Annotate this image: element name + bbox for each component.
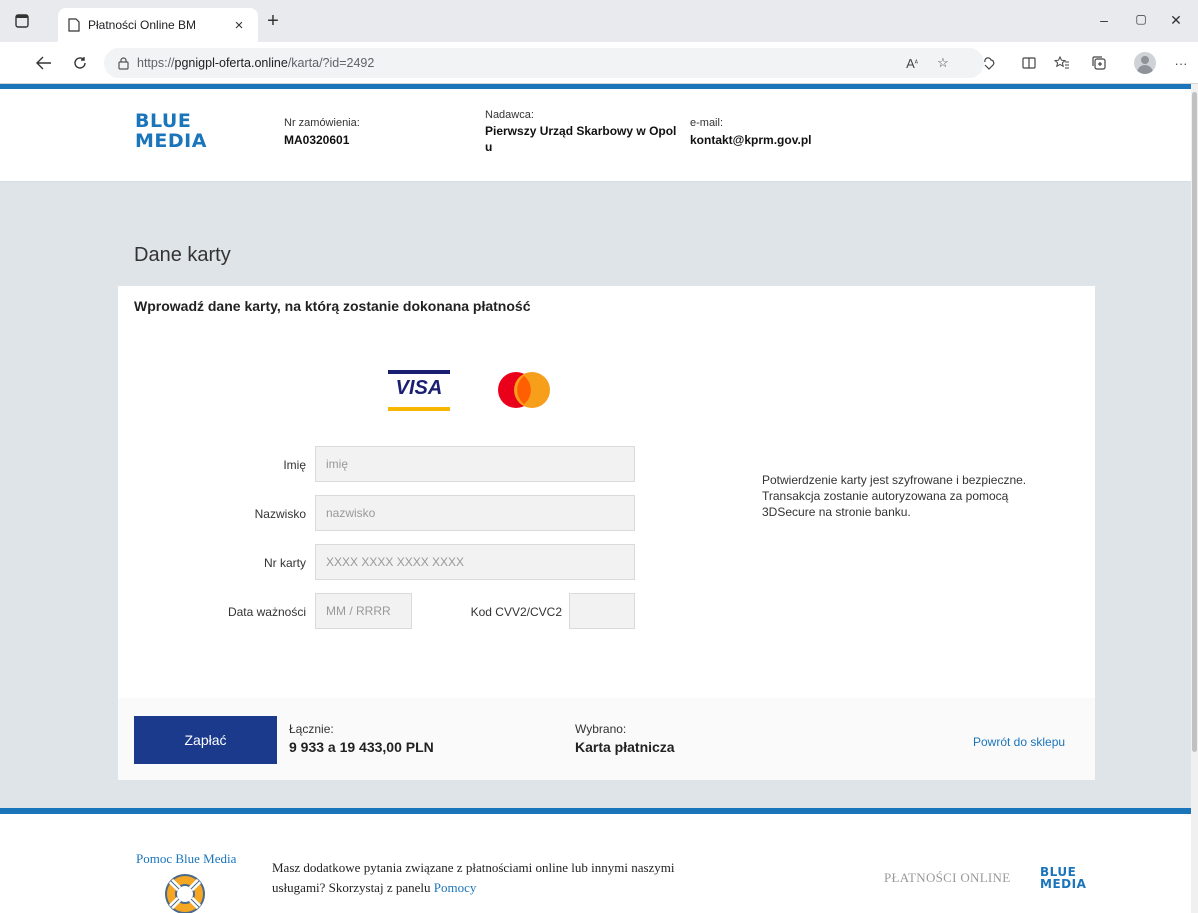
last-name-label: Nazwisko bbox=[254, 507, 306, 521]
page-footer: Pomoc Blue Media Masz dodatkowe pytania … bbox=[0, 814, 1191, 913]
url-prefix: https:// bbox=[137, 56, 175, 70]
mastercard-logo-icon bbox=[498, 372, 550, 408]
page-content: BLUE MEDIA Nr zamówienia: MA0320601 Nada… bbox=[0, 84, 1191, 913]
selected-method-label: Wybrano: bbox=[575, 722, 627, 736]
lock-icon[interactable] bbox=[118, 56, 129, 70]
first-name-label: Imię bbox=[283, 458, 306, 472]
close-tab-icon[interactable]: × bbox=[230, 17, 248, 34]
blue-media-logo: BLUE MEDIA bbox=[135, 110, 207, 152]
refresh-icon[interactable] bbox=[70, 53, 90, 73]
url-field[interactable]: https://pgnigpl-oferta.online/karta/?id=… bbox=[104, 48, 984, 78]
merchant-header: BLUE MEDIA Nr zamówienia: MA0320601 Nada… bbox=[0, 89, 1191, 182]
order-number-value: MA0320601 bbox=[284, 133, 350, 147]
back-to-shop-link[interactable]: Powrót do sklepu bbox=[973, 735, 1065, 749]
help-link[interactable]: Pomocy bbox=[434, 880, 477, 895]
page-scrollbar[interactable] bbox=[1191, 84, 1198, 913]
card-form-panel: Wprowadź dane karty, na którą zostanie d… bbox=[118, 286, 1095, 780]
profile-avatar-icon[interactable] bbox=[1134, 52, 1156, 74]
pay-button[interactable]: Zapłać bbox=[134, 716, 277, 764]
help-text: Masz dodatkowe pytania związane z płatno… bbox=[272, 860, 675, 895]
card-number-input[interactable] bbox=[315, 544, 635, 580]
sender-value: Pierwszy Urząd Skarbowy w Opol u bbox=[485, 124, 677, 154]
last-name-input[interactable] bbox=[315, 495, 635, 531]
back-arrow-icon[interactable] bbox=[34, 53, 54, 73]
order-number-label: Nr zamówienia: bbox=[284, 117, 360, 129]
total-label: Łącznie: bbox=[289, 722, 334, 736]
favorites-icon[interactable] bbox=[1053, 54, 1071, 72]
expiry-date-input[interactable] bbox=[315, 593, 412, 629]
read-aloud-icon[interactable]: Aᴬ bbox=[903, 54, 921, 72]
lifebuoy-icon bbox=[165, 874, 205, 913]
extensions-icon[interactable] bbox=[980, 54, 998, 72]
tab-actions-icon[interactable] bbox=[14, 13, 30, 29]
selected-method-value: Karta płatnicza bbox=[575, 739, 675, 755]
cvv-label: Kod CVV2/CVC2 bbox=[470, 605, 562, 619]
collections-icon[interactable] bbox=[1090, 54, 1108, 72]
tab-title: Płatności Online BM bbox=[88, 18, 197, 32]
maximize-icon[interactable]: ▢ bbox=[1131, 12, 1151, 26]
browser-tab-bar: Płatności Online BM × + – ▢ ✕ bbox=[0, 0, 1198, 42]
email-value: kontakt@kprm.gov.pl bbox=[690, 133, 812, 147]
split-screen-icon[interactable] bbox=[1020, 54, 1038, 72]
cvv-input[interactable] bbox=[569, 593, 635, 629]
sender-label: Nadawca: bbox=[485, 109, 534, 121]
total-value: 9 933 a 19 433,00 PLN bbox=[289, 739, 434, 755]
first-name-input[interactable] bbox=[315, 446, 635, 482]
card-form-title: Wprowadź dane karty, na którą zostanie d… bbox=[134, 298, 531, 314]
security-info-text: Potwierdzenie karty jest szyfrowane i be… bbox=[762, 473, 1027, 519]
url-host: pgnigpl-oferta.online bbox=[174, 56, 288, 70]
help-title: Pomoc Blue Media bbox=[136, 851, 237, 866]
visa-logo-icon: VISA bbox=[388, 370, 450, 412]
window-close-icon[interactable]: ✕ bbox=[1166, 12, 1186, 29]
blue-media-footer-logo: BLUE MEDIA bbox=[1040, 865, 1087, 891]
section-title: Dane karty bbox=[134, 244, 231, 266]
browser-tab[interactable]: Płatności Online BM × bbox=[58, 8, 258, 42]
minimize-icon[interactable]: – bbox=[1094, 12, 1114, 28]
payment-summary-bar: Zapłać Łącznie: 9 933 a 19 433,00 PLN Wy… bbox=[118, 698, 1095, 780]
card-number-label: Nr karty bbox=[264, 556, 306, 570]
new-tab-icon[interactable]: + bbox=[264, 11, 282, 31]
url-path: /karta/?id=2492 bbox=[287, 56, 375, 70]
more-menu-icon[interactable]: ··· bbox=[1172, 54, 1190, 72]
expiry-date-label: Data ważności bbox=[227, 605, 306, 619]
email-label: e-mail: bbox=[690, 117, 724, 129]
star-icon[interactable]: ☆ bbox=[934, 54, 952, 72]
browser-address-bar: https://pgnigpl-oferta.online/karta/?id=… bbox=[0, 42, 1198, 84]
payments-online-label: PŁATNOŚCI ONLINE bbox=[884, 870, 1011, 885]
document-icon bbox=[68, 18, 80, 32]
